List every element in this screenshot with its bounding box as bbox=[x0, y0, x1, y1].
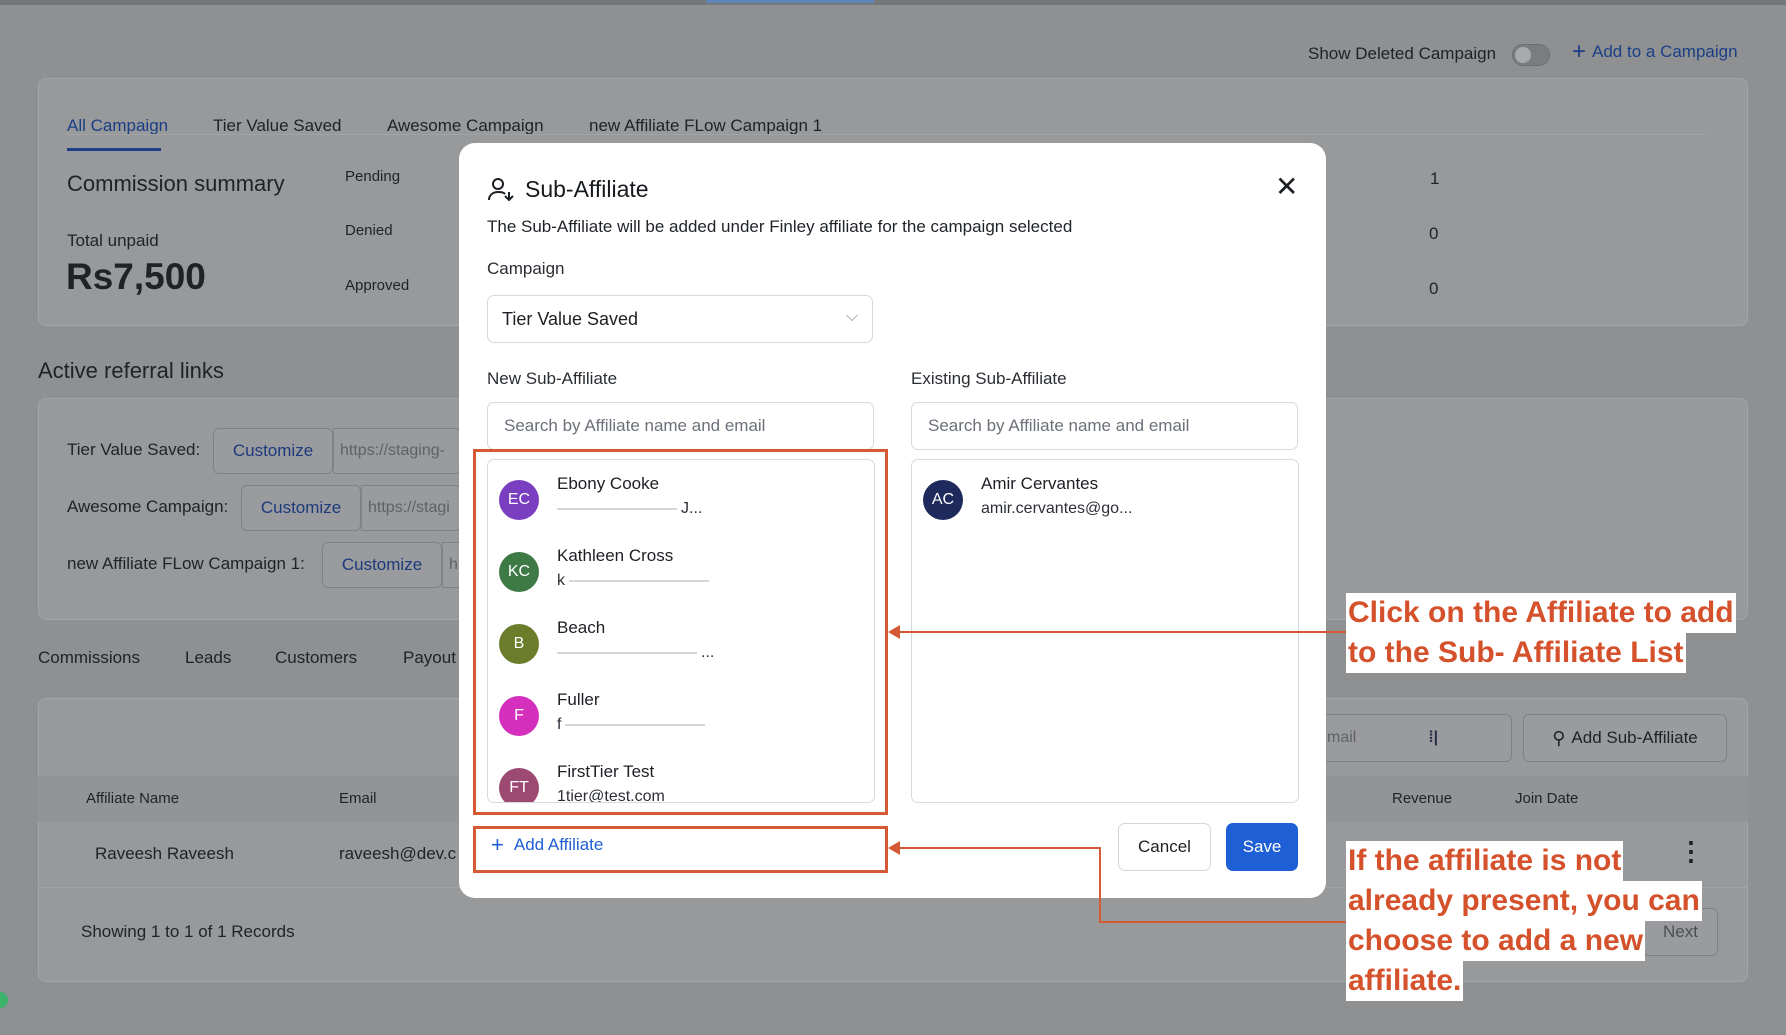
annotation-note-2-line-3: choose to add a new bbox=[1346, 921, 1646, 961]
annotation-note-1: Click on the Affiliate to add to the Sub… bbox=[1346, 593, 1736, 673]
annotation-note-2-line-2: already present, you can bbox=[1346, 881, 1702, 921]
annotation-note-1-line-1: Click on the Affiliate to add bbox=[1346, 593, 1736, 633]
annotation-note-2-line-1: If the affiliate is not bbox=[1346, 841, 1624, 881]
annotation-note-2-line-4: affiliate. bbox=[1346, 961, 1464, 1001]
annotation-arrow-line-2 bbox=[900, 847, 1346, 923]
annotation-arrowhead-2 bbox=[888, 841, 900, 855]
annotation-note-1-line-2: to the Sub- Affiliate List bbox=[1346, 633, 1686, 673]
annotation-note-2: If the affiliate is not already present,… bbox=[1346, 841, 1702, 1001]
annotation-arrowhead-1 bbox=[888, 625, 900, 639]
